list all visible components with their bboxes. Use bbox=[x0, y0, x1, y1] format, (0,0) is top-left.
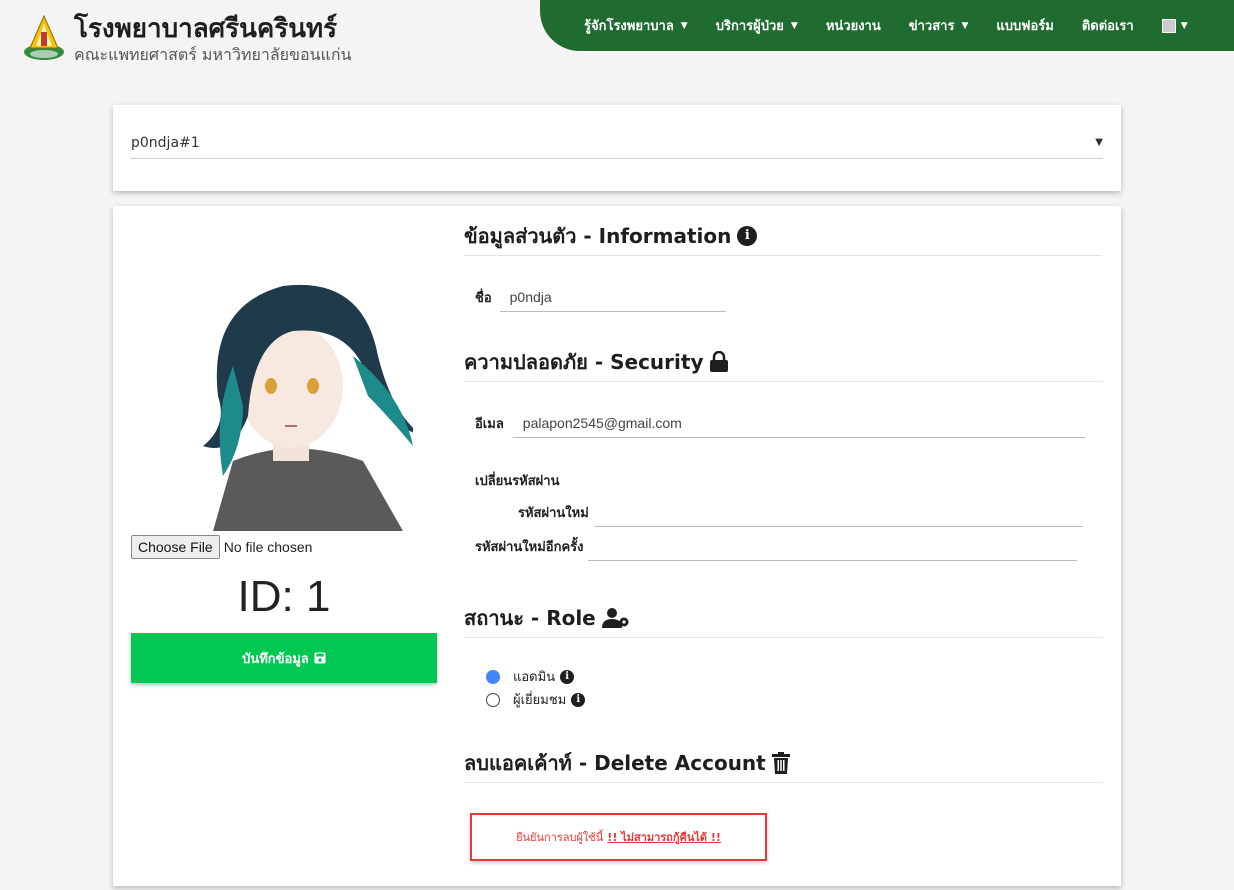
delete-warning-text: !! ไม่สามารถกู้คืนได้ !! bbox=[607, 831, 721, 844]
save-button-label: บันทึกข้อมูล bbox=[242, 651, 309, 667]
name-input[interactable] bbox=[499, 282, 726, 312]
trash-icon bbox=[771, 751, 790, 774]
brand-text: โรงพยาบาลศรีนครินทร์ คณะแพทยศาสตร์ มหาวิ… bbox=[74, 13, 351, 65]
caret-down-icon: ▼ bbox=[680, 20, 688, 31]
new-password-label: รหัสผ่านใหม่ bbox=[518, 505, 589, 521]
main-nav: รู้จักโรงพยาบาล ▼ บริการผู้ป่วย ▼ หน่วยงาน… bbox=[540, 0, 1234, 51]
email-field: อีเมล bbox=[475, 408, 1085, 438]
nav-news[interactable]: ข่าวสาร ▼ bbox=[909, 15, 969, 36]
profile-card: Choose File No file chosen ID: 1 บันทึกข… bbox=[113, 206, 1121, 886]
section-delete-heading: ลบแอคเค้าท์ - Delete Account bbox=[464, 743, 1102, 783]
profile-picture bbox=[173, 246, 413, 531]
caret-down-icon: ▼ bbox=[1180, 20, 1188, 31]
section-security-heading: ความปลอดภัย - Security bbox=[464, 342, 1102, 382]
new-password-input[interactable] bbox=[593, 497, 1083, 527]
section-role-heading: สถานะ - Role bbox=[464, 598, 1102, 638]
nav-departments[interactable]: หน่วยงาน bbox=[826, 15, 881, 36]
nav-about[interactable]: รู้จักโรงพยาบาล ▼ bbox=[584, 15, 688, 36]
role-heading-text: สถานะ - Role bbox=[464, 605, 596, 630]
nav-news-label: ข่าวสาร bbox=[908, 19, 955, 34]
radio-visitor[interactable] bbox=[486, 692, 500, 707]
caret-down-icon: ▼ bbox=[961, 20, 969, 31]
info-icon[interactable]: i bbox=[560, 669, 575, 684]
save-button[interactable]: บันทึกข้อมูล bbox=[131, 633, 437, 683]
role-admin-label: แอดมิน bbox=[513, 670, 556, 685]
email-input[interactable] bbox=[512, 408, 1085, 438]
user-id: ID: 1 bbox=[237, 572, 331, 621]
nav-patient-services[interactable]: บริการผู้ป่วย ▼ bbox=[716, 15, 798, 36]
dropdown-arrow-icon: ▼ bbox=[1095, 137, 1103, 148]
information-heading-text: ข้อมูลส่วนตัว - Information bbox=[464, 223, 732, 248]
role-option-visitor[interactable]: ผู้เยี่ยมชม i bbox=[486, 689, 586, 710]
user-select-value: p0ndja#1 bbox=[131, 134, 200, 151]
choose-file-button[interactable]: Choose File bbox=[131, 535, 220, 559]
lock-icon bbox=[709, 350, 729, 373]
faculty-name: คณะแพทยศาสตร์ มหาวิทยาลัยขอนแก่น bbox=[74, 45, 352, 64]
nav-contact[interactable]: ติดต่อเรา bbox=[1082, 15, 1134, 36]
name-label: ชื่อ bbox=[475, 290, 492, 306]
info-icon[interactable]: i bbox=[571, 692, 586, 707]
new-password-field: รหัสผ่านใหม่ bbox=[518, 497, 1083, 527]
delete-heading-text: ลบแอคเค้าท์ - Delete Account bbox=[464, 750, 766, 775]
caret-down-icon: ▼ bbox=[790, 20, 798, 31]
delete-account-button[interactable]: ยืนยันการลบผู้ใช้นี้ !! ไม่สามารถกู้คืนไ… bbox=[470, 813, 767, 861]
nav-about-label: รู้จักโรงพยาบาล bbox=[584, 19, 674, 34]
user-select-dropdown[interactable]: p0ndja#1 ▼ bbox=[131, 127, 1103, 159]
hospital-name: โรงพยาบาลศรีนครินทร์ bbox=[74, 14, 338, 44]
save-icon bbox=[314, 652, 326, 664]
hospital-logo-icon bbox=[24, 14, 64, 60]
user-select-card: p0ndja#1 ▼ bbox=[113, 105, 1121, 191]
file-upload: Choose File No file chosen bbox=[131, 535, 312, 559]
info-icon: i bbox=[737, 225, 758, 246]
nav-forms-label: แบบฟอร์ม bbox=[996, 19, 1054, 34]
role-option-admin[interactable]: แอดมิน i bbox=[486, 666, 575, 687]
user-cog-icon bbox=[601, 607, 630, 628]
section-information-heading: ข้อมูลส่วนตัว - Information i bbox=[464, 216, 1102, 256]
confirm-password-field: รหัสผ่านใหม่อีกครั้ง bbox=[475, 531, 1078, 561]
confirm-password-input[interactable] bbox=[588, 531, 1078, 561]
nav-contact-label: ติดต่อเรา bbox=[1081, 19, 1134, 34]
file-status: No file chosen bbox=[223, 539, 313, 555]
change-password-label: เปลี่ยนรหัสผ่าน bbox=[475, 474, 560, 489]
delete-button-text: ยืนยันการลบผู้ใช้นี้ bbox=[516, 831, 604, 844]
confirm-password-label: รหัสผ่านใหม่อีกครั้ง bbox=[475, 539, 584, 555]
user-avatar-icon bbox=[1161, 18, 1176, 33]
role-visitor-label: ผู้เยี่ยมชม bbox=[513, 693, 567, 708]
nav-patient-services-label: บริการผู้ป่วย bbox=[715, 19, 784, 34]
security-heading-text: ความปลอดภัย - Security bbox=[464, 349, 704, 374]
email-label: อีเมล bbox=[475, 416, 504, 432]
nav-user-menu[interactable]: ▼ bbox=[1161, 18, 1188, 33]
top-header: โรงพยาบาลศรีนครินทร์ คณะแพทยศาสตร์ มหาวิ… bbox=[0, 0, 1234, 90]
name-field: ชื่อ bbox=[475, 282, 726, 312]
radio-admin[interactable] bbox=[486, 669, 500, 684]
nav-forms[interactable]: แบบฟอร์ม bbox=[996, 15, 1053, 36]
brand[interactable]: โรงพยาบาลศรีนครินทร์ คณะแพทยศาสตร์ มหาวิ… bbox=[22, 12, 351, 66]
nav-departments-label: หน่วยงาน bbox=[825, 19, 881, 34]
